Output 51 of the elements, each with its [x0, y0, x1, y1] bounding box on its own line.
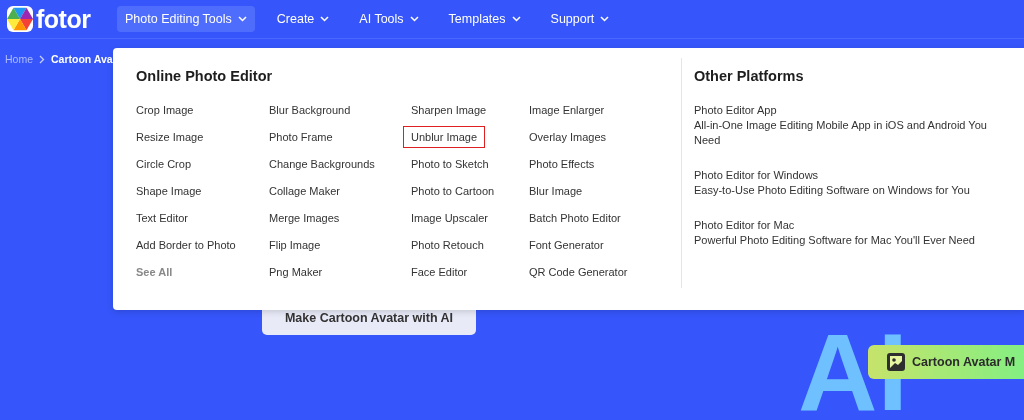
tool-link[interactable]: Font Generator: [521, 234, 612, 256]
chevron-down-icon: [600, 16, 610, 22]
tool-link[interactable]: Resize Image: [128, 126, 212, 148]
section-title: Online Photo Editor: [136, 68, 274, 84]
nav-menu-item[interactable]: Photo Editing Tools: [117, 6, 255, 32]
nav-menu-item[interactable]: Templates: [440, 6, 529, 32]
tool-link[interactable]: Photo Retouch: [403, 234, 492, 256]
chevron-right-icon: [39, 54, 45, 64]
cartoon-avatar-button[interactable]: Cartoon Avatar M: [868, 345, 1024, 379]
chevron-down-icon: [237, 16, 247, 22]
tool-link[interactable]: Overlay Images: [521, 126, 615, 148]
nav-menu-item[interactable]: AI Tools: [351, 6, 427, 32]
tool-link[interactable]: Photo Effects: [521, 153, 603, 175]
tool-link[interactable]: Image Enlarger: [521, 99, 613, 121]
tool-link[interactable]: Unblur Image: [403, 126, 486, 148]
logo-text[interactable]: fotor: [36, 4, 91, 34]
tool-link[interactable]: Shape Image: [128, 180, 210, 202]
tool-link[interactable]: Text Editor: [128, 207, 196, 229]
tool-link[interactable]: Batch Photo Editor: [521, 207, 629, 229]
tool-link[interactable]: Image Upscaler: [403, 207, 497, 229]
see-all-link[interactable]: See All: [128, 261, 181, 283]
tool-link[interactable]: Png Maker: [261, 261, 331, 283]
tool-link[interactable]: Circle Crop: [128, 153, 199, 175]
platform-link[interactable]: Photo Editor for Windows: [694, 168, 1006, 183]
logo-icon: [7, 6, 33, 32]
tool-link[interactable]: Photo Frame: [261, 126, 341, 148]
tool-link[interactable]: Add Border to Photo: [128, 234, 244, 256]
platform-link[interactable]: Photo Editor App: [694, 103, 1006, 118]
tool-link[interactable]: Sharpen Image: [403, 99, 495, 121]
tool-link[interactable]: Flip Image: [261, 234, 329, 256]
tool-link[interactable]: Merge Images: [261, 207, 348, 229]
platform-description: Powerful Photo Editing Software for Mac You'll Ever Need: [694, 233, 976, 248]
platform-link[interactable]: Photo Editor for Mac: [694, 218, 1006, 233]
tool-link[interactable]: Crop Image: [128, 99, 202, 121]
section-title: Other Platforms: [694, 68, 805, 84]
platform-description: All-in-One Image Editing Mobile App in iOS and Android You Need: [694, 118, 988, 148]
tool-link[interactable]: Photo to Cartoon: [403, 180, 503, 202]
nav-menu-item[interactable]: Create: [268, 6, 338, 32]
tool-link[interactable]: Blur Background: [261, 99, 359, 121]
chevron-down-icon: [511, 16, 521, 22]
chevron-down-icon: [320, 16, 330, 22]
tool-link[interactable]: Collage Maker: [261, 180, 348, 202]
tool-link[interactable]: QR Code Generator: [521, 261, 636, 283]
nav-menu-item[interactable]: Support: [542, 6, 618, 32]
tool-link[interactable]: Blur Image: [521, 180, 591, 202]
breadcrumb-link[interactable]: Cartoon Ava: [51, 53, 113, 65]
tool-link[interactable]: Change Backgrounds: [261, 153, 383, 175]
tool-link[interactable]: Face Editor: [403, 261, 476, 283]
chevron-down-icon: [409, 16, 419, 22]
platform-description: Easy-to-Use Photo Editing Software on Windows for You: [694, 183, 971, 198]
tool-link[interactable]: Photo to Sketch: [403, 153, 497, 175]
